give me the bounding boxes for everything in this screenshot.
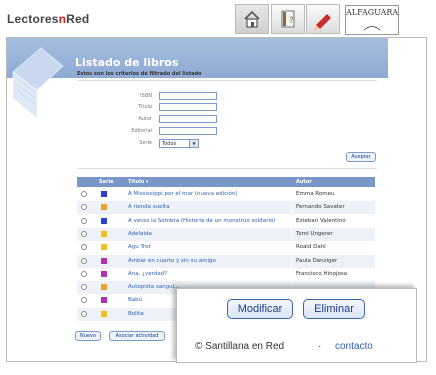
column-divider [291,254,292,268]
pencil-icon [314,14,331,31]
book-author: Fernando Savater [296,204,345,211]
table-row[interactable]: A rienda suelta Fernando Savater [77,201,375,215]
series-color-icon [101,284,107,291]
table-row[interactable]: Ana, ¿verdad? Francisco Hinojosa [77,267,375,281]
author-label: Autor [138,116,152,122]
column-header-series[interactable]: Serie [99,179,114,185]
column-divider [291,201,292,215]
book-author: Roald Dahl [296,244,326,251]
table-header: Serie Título ▾ Autor [77,177,375,187]
book-author: Esteban Valentino [296,217,346,224]
series-color-icon [101,191,107,197]
row-radio[interactable] [81,270,87,277]
book-author: Tomi Ungerer [296,230,333,237]
top-bar: LectoresnRed ? ALFAGUARA INFANTIL Y JUVE… [0,0,436,41]
column-divider [291,241,292,255]
app-logo: LectoresnRed [7,12,90,26]
book-author: Paula Danziger [296,257,338,264]
delete-button[interactable]: Eliminar [303,299,365,319]
series-color-icon [101,270,107,277]
editorial-field[interactable] [159,127,217,135]
table-row[interactable]: Ámbar en cuarto y sin su amigo Paula Danz… [77,254,375,268]
series-select[interactable]: Todos ▼ [159,139,199,148]
book-title-link[interactable]: Adelaida [128,231,152,237]
author-field[interactable] [159,115,217,123]
book-question-icon: ? [281,10,295,28]
editorial-label: Editorial [131,128,152,134]
series-color-icon [101,257,107,264]
row-radio[interactable] [81,191,87,197]
new-button[interactable]: Nuevo [75,331,101,341]
brand-logo: ALFAGUARA INFANTIL Y JUVENIL [345,5,399,41]
series-color-icon [101,204,107,211]
row-radio[interactable] [81,230,87,237]
divider [77,80,377,81]
isbn-label: ISBN [140,93,152,99]
row-radio[interactable] [81,257,87,264]
column-divider [291,188,292,201]
table-row[interactable]: A veces la Sombra (Historia de un monstr… [77,214,375,228]
book-title-link[interactable]: Bolita [128,311,144,317]
series-color-icon [101,244,107,251]
isbn-field[interactable] [159,92,217,100]
chevron-down-icon: ▼ [189,140,198,147]
contact-link[interactable]: contacto [335,341,373,352]
column-header-title[interactable]: Título ▾ [128,179,148,185]
book-author: Francisco Hinojosa [296,270,348,277]
column-divider [291,227,292,241]
book-illustration [12,47,64,119]
accept-button[interactable]: Aceptar [346,152,376,162]
home-button[interactable] [235,4,269,34]
series-color-icon [101,230,107,237]
column-divider [291,214,292,228]
svg-text:?: ? [289,16,294,26]
associate-activity-button[interactable]: Asociar actividad [109,331,165,341]
row-radio[interactable] [81,310,87,317]
help-books-button[interactable]: ? [271,4,305,34]
book-title-link[interactable]: A Mississippi por el mar (nueva edición) [128,191,238,197]
book-title-link[interactable]: Babú [128,297,142,303]
series-color-icon [101,217,107,224]
book-title-link[interactable]: A veces la Sombra (Historia de un monstr… [128,218,276,224]
column-header-author[interactable]: Autor [296,179,312,185]
table-row[interactable]: A Mississippi por el mar (nueva edición)… [77,188,375,201]
row-radio[interactable] [81,204,87,211]
row-radio[interactable] [81,297,87,304]
title-label: Título [137,104,152,110]
series-color-icon [101,310,107,317]
title-field[interactable] [159,103,217,111]
book-title-link[interactable]: Autopista sangui... [128,284,179,290]
book-title-link[interactable]: A rienda suelta [128,204,170,210]
page-title: Listado de libros [75,56,179,69]
row-radio[interactable] [81,244,87,251]
activities-button[interactable] [306,4,340,34]
divider [77,168,377,169]
filter-subtitle: Estos son los criterios de filtrado del … [77,71,202,77]
book-title-link[interactable]: Ana, ¿verdad? [128,271,167,277]
table-row[interactable]: Adelaida Tomi Ungerer [77,227,375,241]
home-icon [244,10,260,28]
action-popup: Modificar Eliminar © Santillana en Red ·… [176,288,417,363]
book-title-link[interactable]: Agu Trot [128,244,151,250]
column-divider [291,267,292,281]
book-author: Emma Romeu [296,191,335,197]
modify-button[interactable]: Modificar [227,299,293,319]
book-title-link[interactable]: Ámbar en cuarto y sin su amigo [128,258,216,264]
row-radio[interactable] [81,217,87,224]
footer-separator: · [318,341,322,352]
series-label: Serie [139,140,152,146]
series-color-icon [101,297,107,304]
table-row[interactable]: Agu Trot Roald Dahl [77,241,375,255]
copyright-text: © Santillana en Red [195,341,285,352]
row-radio[interactable] [81,284,87,291]
